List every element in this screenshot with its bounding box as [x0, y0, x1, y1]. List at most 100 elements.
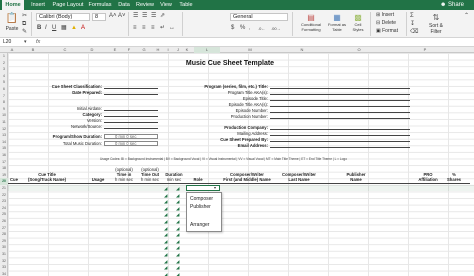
align-bottom-icon[interactable]: ☰	[151, 13, 156, 20]
font-color-icon[interactable]: A	[81, 25, 85, 32]
row-header[interactable]: 25	[0, 211, 8, 218]
fill-icon[interactable]: ↧	[410, 21, 415, 28]
row-header[interactable]: 32	[0, 258, 8, 265]
align-middle-icon[interactable]: ☰	[142, 13, 147, 20]
align-left-icon[interactable]: ≡	[133, 25, 137, 32]
row-header[interactable]: 15	[0, 145, 8, 152]
comma-style-icon[interactable]: ‚	[249, 25, 250, 32]
row-header[interactable]: 16	[0, 152, 8, 159]
row-header[interactable]: 10	[0, 112, 8, 119]
input-line[interactable]	[270, 118, 410, 119]
sort-filter-button[interactable]: ⇅ Sort & Filter	[424, 12, 448, 35]
row-header[interactable]: 28	[0, 231, 8, 238]
row-header[interactable]: 23	[0, 198, 8, 205]
fill-color-icon[interactable]: ▲	[71, 25, 77, 32]
row-header[interactable]: 29	[0, 238, 8, 245]
orientation-icon[interactable]: ⇗	[160, 13, 165, 20]
tab-home[interactable]: Home	[2, 0, 24, 10]
borders-icon[interactable]: ▦	[61, 25, 67, 32]
fx-icon[interactable]: fx	[36, 38, 40, 47]
align-right-icon[interactable]: ≡	[151, 25, 155, 32]
increase-decimal-icon[interactable]: .0←	[258, 25, 265, 32]
conditional-formatting-button[interactable]: ▤ Conditional Formatting	[298, 12, 324, 32]
align-top-icon[interactable]: ☰	[133, 13, 138, 20]
row-header[interactable]: 3	[0, 66, 8, 73]
row-header[interactable]: 31	[0, 251, 8, 258]
row-header[interactable]: 24	[0, 205, 8, 212]
bold-button[interactable]: B	[37, 25, 41, 32]
input-line[interactable]	[270, 129, 410, 130]
row-header[interactable]: 7	[0, 93, 8, 100]
input-line[interactable]	[270, 88, 410, 89]
row-header[interactable]: 27	[0, 225, 8, 232]
name-box-dropdown-icon[interactable]: ▾	[24, 39, 27, 46]
share-button[interactable]: ☻ Share	[440, 0, 464, 10]
number-format-dropdown[interactable]: General	[230, 13, 288, 21]
input-line[interactable]	[104, 94, 158, 95]
row-header[interactable]: 9	[0, 106, 8, 113]
tab-formulas[interactable]: Formulas	[86, 0, 114, 10]
input-line[interactable]	[270, 100, 410, 101]
merge-center-icon[interactable]: ↔	[169, 25, 175, 32]
format-painter-icon[interactable]: ✎	[22, 29, 27, 36]
input-line[interactable]	[270, 106, 410, 107]
insert-cells-button[interactable]: ⊞ Insert	[376, 12, 400, 18]
row-header[interactable]: 11	[0, 119, 8, 126]
tab-table[interactable]: Table	[177, 0, 195, 10]
currency-button[interactable]: $	[231, 25, 234, 32]
name-box[interactable]: L20	[1, 39, 23, 46]
tab-insert[interactable]: Insert	[28, 0, 48, 10]
input-line[interactable]	[104, 110, 158, 111]
row-header[interactable]: 1	[0, 53, 8, 60]
input-line[interactable]	[270, 112, 410, 113]
row-header[interactable]: 17	[0, 159, 8, 166]
percent-button[interactable]: %	[240, 25, 245, 32]
input-line[interactable]	[270, 94, 410, 95]
row-header[interactable]: 12	[0, 126, 8, 133]
dropdown-arrow-icon[interactable]: ▾	[214, 186, 219, 190]
input-line[interactable]	[104, 88, 158, 89]
row-header[interactable]: 30	[0, 244, 8, 251]
formula-input[interactable]	[46, 39, 466, 46]
italic-button[interactable]: I	[45, 25, 47, 32]
row-header[interactable]: 26	[0, 218, 8, 225]
font-size-dropdown[interactable]: 8	[92, 13, 106, 21]
row-header[interactable]: 18	[0, 165, 8, 172]
row-header[interactable]: 22	[0, 192, 8, 199]
increase-font-icon[interactable]: A˄	[109, 13, 117, 20]
input-line[interactable]	[104, 128, 158, 129]
cut-icon[interactable]: ✂	[22, 13, 27, 20]
delete-cells-button[interactable]: ⊟ Delete	[376, 20, 400, 26]
tab-page-layout[interactable]: Page Layout	[52, 0, 84, 10]
row-header[interactable]: 34	[0, 271, 8, 276]
row-header[interactable]: 21	[0, 185, 8, 192]
autosum-icon[interactable]: Σ	[410, 13, 414, 20]
decrease-decimal-icon[interactable]: .00→	[271, 25, 281, 32]
row-header[interactable]: 6	[0, 86, 8, 93]
input-line[interactable]	[270, 141, 410, 142]
input-line[interactable]	[270, 135, 410, 136]
input-line[interactable]	[104, 122, 158, 123]
tab-view[interactable]: View	[158, 0, 174, 10]
row-header[interactable]: 33	[0, 264, 8, 271]
dropdown-option-arranger[interactable]: Arranger	[190, 222, 209, 228]
dropdown-option-publisher[interactable]: Publisher	[190, 204, 211, 210]
font-name-dropdown[interactable]: Calibri (Body)	[36, 13, 90, 21]
row-header[interactable]: 13	[0, 132, 8, 139]
row-header[interactable]: 2	[0, 60, 8, 67]
tab-review[interactable]: Review	[134, 0, 156, 10]
input-line[interactable]	[270, 147, 410, 148]
wrap-text-icon[interactable]: ↵	[160, 25, 165, 32]
row-header[interactable]: 20	[0, 178, 8, 185]
underline-button[interactable]: U	[52, 25, 56, 32]
decrease-font-icon[interactable]: A˅	[118, 13, 126, 20]
paste-button[interactable]: 📋 Paste	[4, 12, 20, 32]
copy-icon[interactable]: ⧉	[22, 21, 26, 28]
row-header[interactable]: 8	[0, 99, 8, 106]
cell-styles-button[interactable]: ▩ Cell Styles	[350, 12, 366, 32]
row-header[interactable]: 14	[0, 139, 8, 146]
dropdown-option-composer[interactable]: Composer	[190, 196, 213, 202]
collapse-ribbon-icon[interactable]: ⌃	[464, 13, 469, 20]
row-header[interactable]: 4	[0, 73, 8, 80]
clear-icon[interactable]: ⌫	[410, 29, 418, 36]
